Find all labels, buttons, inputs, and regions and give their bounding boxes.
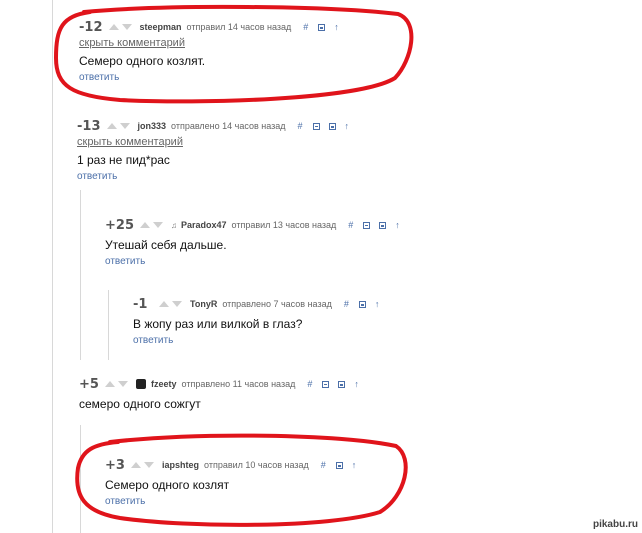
save-icon[interactable] <box>379 221 387 229</box>
vote-up-icon[interactable] <box>139 222 150 228</box>
comment-text: семеро одного сожгут <box>79 397 201 411</box>
parent-arrow-icon[interactable]: ↑ <box>345 121 350 131</box>
comment-author[interactable]: Paradox47 <box>181 220 227 230</box>
comment-author[interactable]: iapshteg <box>162 460 199 470</box>
hide-comment-link[interactable]: скрыть комментарий <box>77 136 349 148</box>
comment-text: Утешай себя дальше. <box>105 238 227 252</box>
watermark: pikabu.ru <box>592 519 638 530</box>
comment-time: 10 часов назад <box>245 460 309 470</box>
thread-line <box>108 290 109 360</box>
collapse-icon[interactable] <box>363 221 371 229</box>
vote-down-icon[interactable] <box>119 123 130 129</box>
comment: -1 TonyR отправлено 7 часов назад # ↑ В … <box>133 296 379 347</box>
vote-up-icon[interactable] <box>108 24 119 30</box>
comment-verb: отправил <box>186 22 226 32</box>
comment-header: +3 iapshteg отправил 10 часов назад # ↑ <box>105 457 356 473</box>
comment-rating: -12 <box>79 19 103 35</box>
link-icon[interactable]: # <box>298 121 303 131</box>
comment: +5 fzeety отправлено 11 часов назад # ↑ … <box>79 376 359 412</box>
link-icon[interactable]: # <box>307 379 312 389</box>
save-icon[interactable] <box>318 23 326 31</box>
parent-arrow-icon[interactable]: ↑ <box>354 379 359 389</box>
avatar <box>136 379 146 389</box>
comment-rating: +3 <box>105 457 125 473</box>
vote-down-icon[interactable] <box>144 462 154 468</box>
comment: +25 ♫ Paradox47 отправил 13 часов назад … <box>105 217 400 268</box>
comment-text: Семеро одного козлят. <box>79 54 206 68</box>
link-icon[interactable]: # <box>344 299 349 309</box>
reply-link[interactable]: ответить <box>105 496 356 507</box>
comment-time: 13 часов назад <box>272 220 337 230</box>
reply-link[interactable]: ответить <box>105 256 400 267</box>
comment-verb: отправлено <box>171 121 220 131</box>
comment-header: +25 ♫ Paradox47 отправил 13 часов назад … <box>105 217 400 233</box>
comment-rating: +5 <box>79 376 99 392</box>
vote-down-icon[interactable] <box>121 24 132 30</box>
comment-text: В жопу раз или вилкой в глаз? <box>133 317 303 331</box>
collapse-icon[interactable] <box>312 122 320 130</box>
save-icon[interactable] <box>358 300 366 308</box>
comment-rating: -1 <box>133 296 148 312</box>
thread-line <box>80 425 81 533</box>
comment-verb: отправил <box>231 220 271 230</box>
comment-header: +5 fzeety отправлено 11 часов назад # ↑ <box>79 376 359 392</box>
comment-author[interactable]: jon333 <box>138 121 167 131</box>
comment-time: 7 часов назад <box>273 299 332 309</box>
user-badge-icon: ♫ <box>170 220 177 230</box>
vote-down-icon[interactable] <box>118 381 128 387</box>
comment: -13 jon333 отправлено 14 часов назад # ↑… <box>77 118 349 183</box>
comment-verb: отправлено <box>181 379 231 389</box>
vote-up-icon[interactable] <box>131 462 141 468</box>
comment-author[interactable]: TonyR <box>190 299 217 309</box>
comment-time: 14 часов назад <box>222 121 286 131</box>
comment-header: -1 TonyR отправлено 7 часов назад # ↑ <box>133 296 379 312</box>
link-icon[interactable]: # <box>348 220 353 230</box>
comment-text: 1 раз не пид*рас <box>77 153 170 167</box>
vote-up-icon[interactable] <box>105 381 115 387</box>
comment-rating: -13 <box>77 118 101 134</box>
thread-line <box>52 0 53 533</box>
comment-header: -12 steepman отправил 14 часов назад # ↑ <box>79 19 339 35</box>
thread-line <box>80 190 81 360</box>
comment-verb: отправлено <box>222 299 271 309</box>
reply-link[interactable]: ответить <box>79 72 339 83</box>
comment-time: 11 часов назад <box>232 379 296 389</box>
reply-link[interactable]: ответить <box>77 171 349 182</box>
link-icon[interactable]: # <box>321 460 326 470</box>
vote-up-icon[interactable] <box>159 301 169 307</box>
save-icon[interactable] <box>328 122 336 130</box>
save-icon[interactable] <box>338 380 346 388</box>
parent-arrow-icon[interactable]: ↑ <box>395 220 400 230</box>
comment-author[interactable]: fzeety <box>151 379 177 389</box>
comment-rating: +25 <box>105 217 134 233</box>
vote-up-icon[interactable] <box>106 123 117 129</box>
save-icon[interactable] <box>335 461 343 469</box>
reply-link[interactable]: ответить <box>133 335 379 346</box>
vote-down-icon[interactable] <box>152 222 163 228</box>
comment: -12 steepman отправил 14 часов назад # ↑… <box>79 19 339 84</box>
comment: +3 iapshteg отправил 10 часов назад # ↑ … <box>105 457 356 508</box>
comment-time: 14 часов назад <box>227 22 292 32</box>
parent-arrow-icon[interactable]: ↑ <box>352 460 357 470</box>
link-icon[interactable]: # <box>303 22 308 32</box>
comment-text: Семеро одного козлят <box>105 478 230 492</box>
parent-arrow-icon[interactable]: ↑ <box>334 22 339 32</box>
comment-header: -13 jon333 отправлено 14 часов назад # ↑ <box>77 118 349 134</box>
parent-arrow-icon[interactable]: ↑ <box>375 299 380 309</box>
comment-author[interactable]: steepman <box>140 22 182 32</box>
comment-verb: отправил <box>204 460 243 470</box>
hide-comment-link[interactable]: скрыть комментарий <box>79 37 339 49</box>
vote-down-icon[interactable] <box>172 301 182 307</box>
collapse-icon[interactable] <box>322 380 330 388</box>
